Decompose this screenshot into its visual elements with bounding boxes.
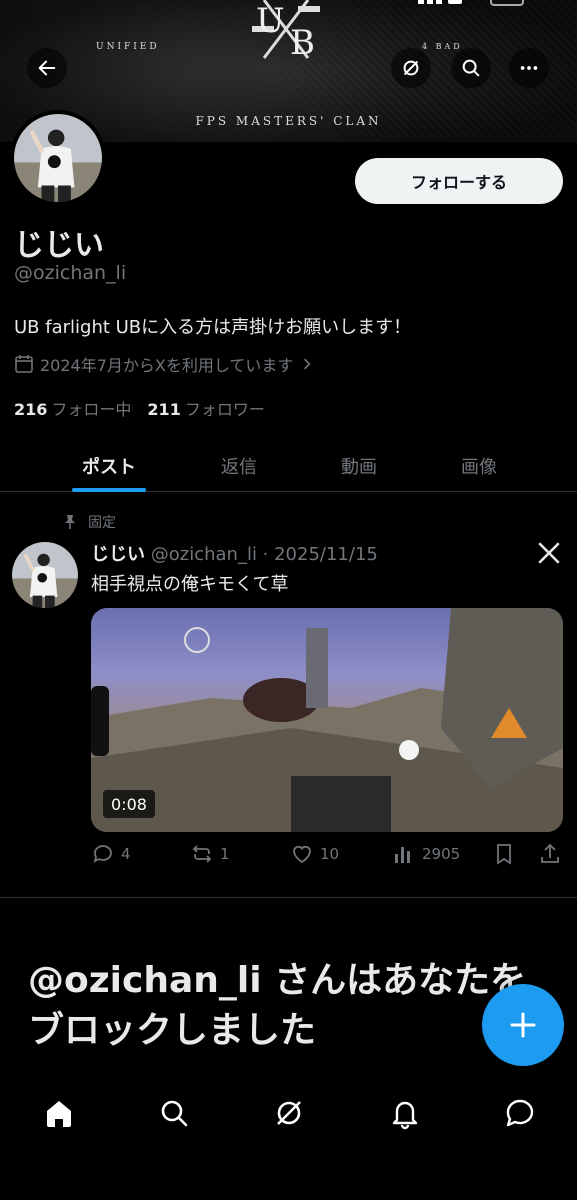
followers-label: フォロワー <box>184 400 265 419</box>
blocked-message: @ozichan_li さんはあなたをブロックしました <box>28 960 527 1051</box>
tab-posts[interactable]: ポスト <box>48 440 170 492</box>
nav-notifications[interactable] <box>388 1096 422 1130</box>
pinned-label: 固定 <box>62 512 116 532</box>
compose-button[interactable] <box>482 984 564 1066</box>
following-link[interactable]: 216 フォロー中 <box>14 396 131 420</box>
bottom-nav <box>0 1082 577 1200</box>
tab-images[interactable]: 画像 <box>418 440 540 492</box>
grok-button[interactable] <box>391 48 431 88</box>
search-button[interactable] <box>451 48 491 88</box>
bar-chart-icon <box>395 847 410 863</box>
post-author-avatar[interactable] <box>12 542 78 608</box>
arrow-left-icon <box>38 60 56 76</box>
repost-icon <box>192 845 212 863</box>
profile-name: じじい <box>14 228 104 263</box>
post-header: じじい @ozichan_li · 2025/11/15 <box>91 540 378 566</box>
post-actions: 4 1 10 2905 <box>0 842 577 872</box>
view-count: 2905 <box>422 845 461 863</box>
grok-icon <box>277 1101 301 1125</box>
followers-link[interactable]: 211 フォロワー <box>147 396 264 420</box>
profile-handle: @ozichan_li <box>14 262 127 284</box>
back-button[interactable] <box>27 48 67 88</box>
nav-search[interactable] <box>157 1096 191 1130</box>
profile-bio: UB farlight UBに入る方は声掛けお願いします！ <box>14 317 412 338</box>
bookmark-icon <box>497 844 511 865</box>
repost-button[interactable]: 1 <box>190 842 230 866</box>
grok-icon <box>403 60 419 76</box>
banner-unified-text: UNIFIED <box>96 42 160 52</box>
post-text: 相手視点の俺キモくて草 <box>91 574 289 595</box>
home-icon <box>47 1101 71 1127</box>
repost-count: 1 <box>220 845 230 863</box>
battery-icon <box>490 0 524 6</box>
person-avatar-icon <box>24 553 58 608</box>
post-video[interactable] <box>91 608 563 832</box>
reply-icon <box>93 845 112 863</box>
nav-grok[interactable] <box>272 1096 306 1130</box>
nav-messages[interactable] <box>503 1096 537 1130</box>
like-button[interactable]: 10 <box>290 842 339 866</box>
more-icon <box>520 66 538 70</box>
tab-active-indicator <box>72 488 146 492</box>
pin-icon <box>65 515 75 529</box>
logo-letter-b: B <box>290 23 315 63</box>
heart-icon <box>293 845 311 864</box>
post-author-meta: @ozichan_li · 2025/11/15 <box>150 544 378 565</box>
following-count: 216 <box>14 400 48 419</box>
more-button[interactable] <box>509 48 549 88</box>
x-logo-icon <box>538 542 560 564</box>
follow-stats: 216 フォロー中 211 フォロワー <box>14 396 265 420</box>
person-avatar-icon <box>30 129 75 202</box>
joined-date[interactable]: 2024年7月からXを利用しています <box>14 352 315 376</box>
following-label: フォロー中 <box>51 400 132 419</box>
plus-icon <box>510 1012 536 1038</box>
share-icon <box>541 843 559 863</box>
bookmark-button[interactable] <box>492 842 516 866</box>
like-count: 10 <box>320 845 340 863</box>
section-divider <box>0 897 577 898</box>
signal-icon <box>418 0 462 4</box>
tab-replies[interactable]: 返信 <box>178 440 300 492</box>
banner-4bad-text: 4 BAD <box>422 42 463 51</box>
chat-icon <box>506 1099 534 1127</box>
follow-button[interactable]: フォローする <box>355 158 563 204</box>
followers-count: 211 <box>147 400 181 419</box>
pinned-text: 固定 <box>88 515 116 531</box>
clan-logo-icon: U B <box>252 0 320 63</box>
calendar-icon <box>15 355 33 373</box>
reply-count: 4 <box>121 845 131 863</box>
logo-letter-u: U <box>256 1 285 41</box>
joined-text: 2024年7月からXを利用しています <box>40 356 294 375</box>
reply-button[interactable]: 4 <box>91 842 131 866</box>
video-duration: 0:08 <box>103 790 155 818</box>
search-icon <box>462 59 480 77</box>
search-icon <box>161 1100 188 1127</box>
profile-avatar[interactable] <box>10 110 106 206</box>
post-author-name[interactable]: じじい <box>91 544 145 565</box>
views-button[interactable]: 2905 <box>392 842 460 866</box>
tab-videos[interactable]: 動画 <box>298 440 420 492</box>
gameplay-thumbnail <box>91 608 563 832</box>
nav-home[interactable] <box>42 1096 76 1130</box>
chevron-right-icon <box>304 358 311 370</box>
share-button[interactable] <box>538 842 562 866</box>
bell-icon <box>392 1101 418 1130</box>
profile-tabs: ポスト 返信 動画 画像 <box>0 440 577 492</box>
